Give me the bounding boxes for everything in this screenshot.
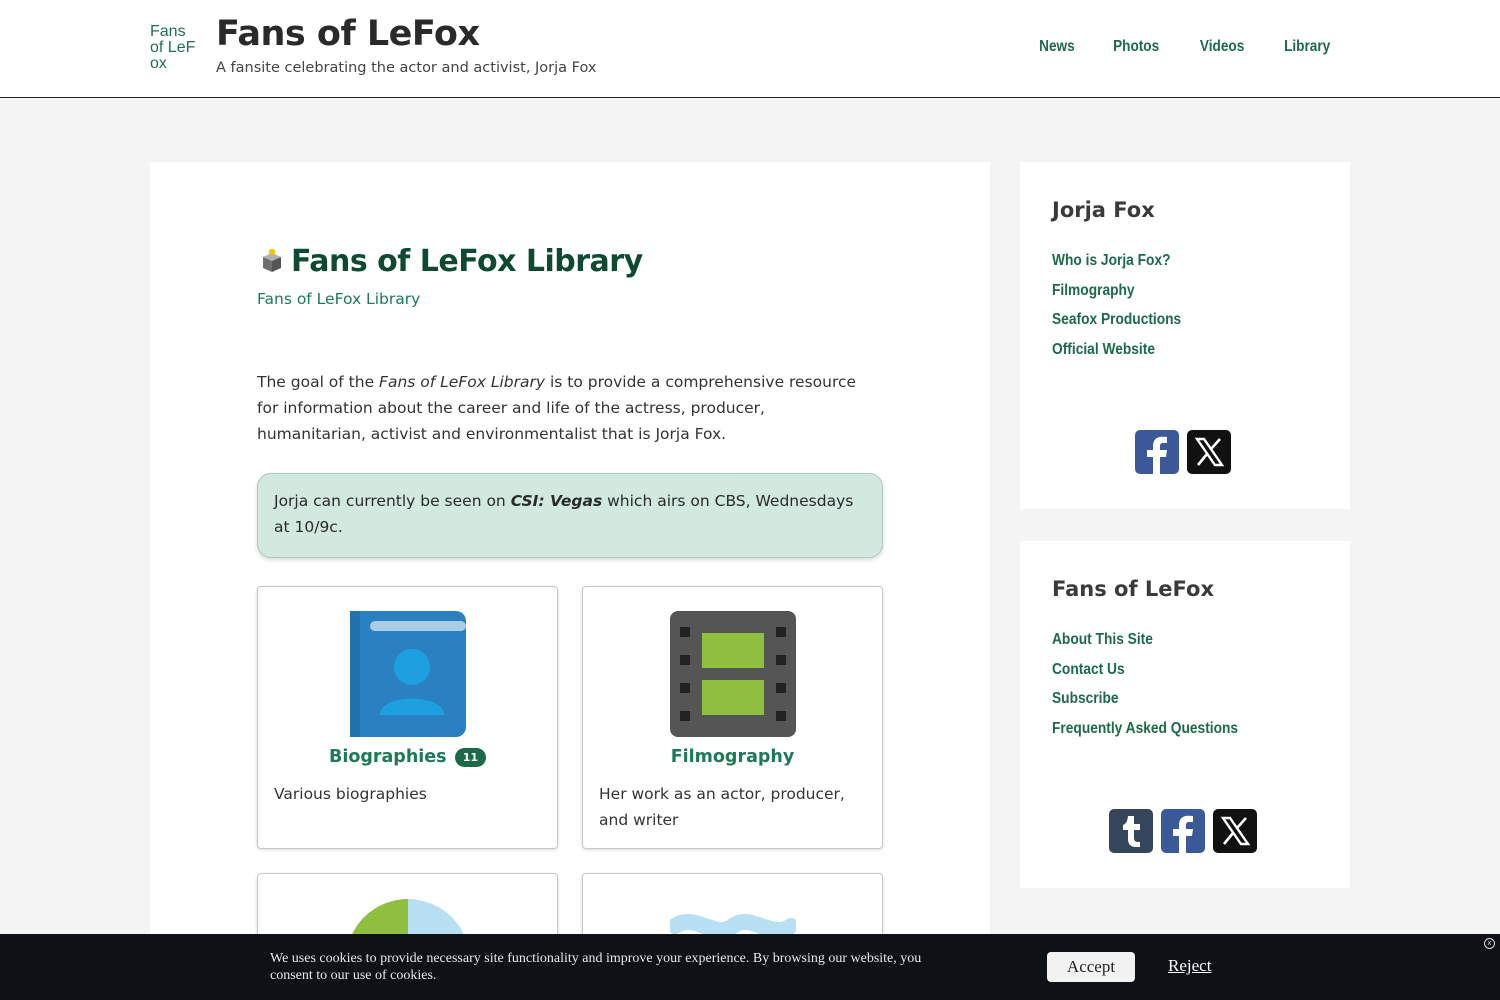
site-title[interactable]: Fans of LeFox (216, 14, 480, 54)
widget-title-jorja-fox: Jorja Fox (1052, 198, 1155, 222)
widget-title-fans-of-lefox: Fans of LeFox (1052, 577, 1215, 601)
list-item: Official Website (1052, 339, 1202, 369)
x-icon[interactable] (1187, 430, 1231, 474)
accept-cookies-button[interactable]: Accept (1047, 952, 1135, 982)
page-title: Fans of LeFox Library (291, 244, 643, 279)
card-title-filmography[interactable]: Filmography (583, 747, 882, 767)
intro-library-name: Fans of LeFox Library (379, 373, 546, 391)
biography-book-icon (350, 611, 466, 741)
social-links-site (1109, 809, 1257, 853)
list-item: About This Site (1052, 629, 1268, 659)
sidebar-widget-jorja-fox: Jorja Fox Who is Jorja Fox? Filmography … (1020, 162, 1350, 509)
card-title-biographies[interactable]: Biographies 11 (258, 747, 557, 767)
film-strip-icon (670, 611, 796, 741)
main-nav: News Photos Videos Library (1036, 38, 1334, 56)
fans-of-lefox-links: About This Site Contact Us Subscribe Fre… (1052, 629, 1268, 747)
tumblr-icon[interactable] (1109, 809, 1153, 853)
link-official-website[interactable]: Official Website (1052, 341, 1155, 359)
close-icon[interactable]: x (1484, 938, 1495, 949)
notice-text-before: Jorja can currently be seen on (274, 492, 511, 510)
nav-news[interactable]: News (1039, 38, 1075, 56)
intro-paragraph: The goal of the Fans of LeFox Library is… (257, 369, 867, 447)
breadcrumb[interactable]: Fans of LeFox Library (257, 290, 420, 308)
link-who-is-jorja-fox[interactable]: Who is Jorja Fox? (1052, 252, 1171, 270)
cookie-message: We uses cookies to provide necessary sit… (270, 951, 922, 983)
social-links-jorja (1135, 430, 1231, 474)
link-filmography[interactable]: Filmography (1052, 282, 1135, 300)
link-seafox-productions[interactable]: Seafox Productions (1052, 311, 1181, 329)
count-badge: 11 (454, 747, 486, 767)
list-item: Contact Us (1052, 659, 1268, 689)
site-logo[interactable]: Fans of LeFox (150, 24, 196, 72)
nav-videos[interactable]: Videos (1199, 38, 1243, 56)
link-about-this-site[interactable]: About This Site (1052, 631, 1153, 649)
card-title-biographies-text: Biographies (328, 747, 447, 767)
nav-photos[interactable]: Photos (1113, 38, 1159, 56)
link-subscribe[interactable]: Subscribe (1052, 690, 1119, 708)
list-item: Frequently Asked Questions (1052, 718, 1268, 748)
site-tagline: A fansite celebrating the actor and acti… (216, 60, 597, 76)
card-biographies[interactable]: Biographies 11 Various biographies (257, 586, 558, 849)
x-icon[interactable] (1213, 809, 1257, 853)
main-content: Fans of LeFox Library Fans of LeFox Libr… (150, 162, 990, 1000)
nav-library[interactable]: Library (1284, 38, 1330, 56)
page-title-row: Fans of LeFox Library (257, 244, 643, 279)
notice-show-name: CSI: Vegas (510, 492, 603, 510)
link-contact-us[interactable]: Contact Us (1052, 661, 1125, 679)
intro-text-before: The goal of the (257, 373, 380, 391)
jorja-fox-links: Who is Jorja Fox? Filmography Seafox Pro… (1052, 250, 1202, 368)
card-filmography[interactable]: Filmography Her work as an actor, produc… (582, 586, 883, 849)
facebook-icon[interactable] (1135, 430, 1179, 474)
cookie-consent-bar: We uses cookies to provide necessary sit… (0, 934, 1500, 1000)
link-faq[interactable]: Frequently Asked Questions (1052, 720, 1238, 738)
library-icon (257, 245, 287, 279)
card-desc-biographies: Various biographies (274, 785, 427, 803)
site-header: Fans of LeFox Fans of LeFox A fansite ce… (0, 0, 1500, 98)
list-item: Who is Jorja Fox? (1052, 250, 1202, 280)
list-item: Filmography (1052, 280, 1202, 310)
card-desc-filmography: Her work as an actor, producer, and writ… (599, 785, 845, 829)
facebook-icon[interactable] (1161, 809, 1205, 853)
list-item: Subscribe (1052, 688, 1268, 718)
sidebar-widget-fans-of-lefox: Fans of LeFox About This Site Contact Us… (1020, 541, 1350, 888)
reject-cookies-button[interactable]: Reject (1168, 956, 1211, 976)
list-item: Seafox Productions (1052, 309, 1202, 339)
current-show-notice: Jorja can currently be seen on CSI: Vega… (257, 473, 883, 558)
